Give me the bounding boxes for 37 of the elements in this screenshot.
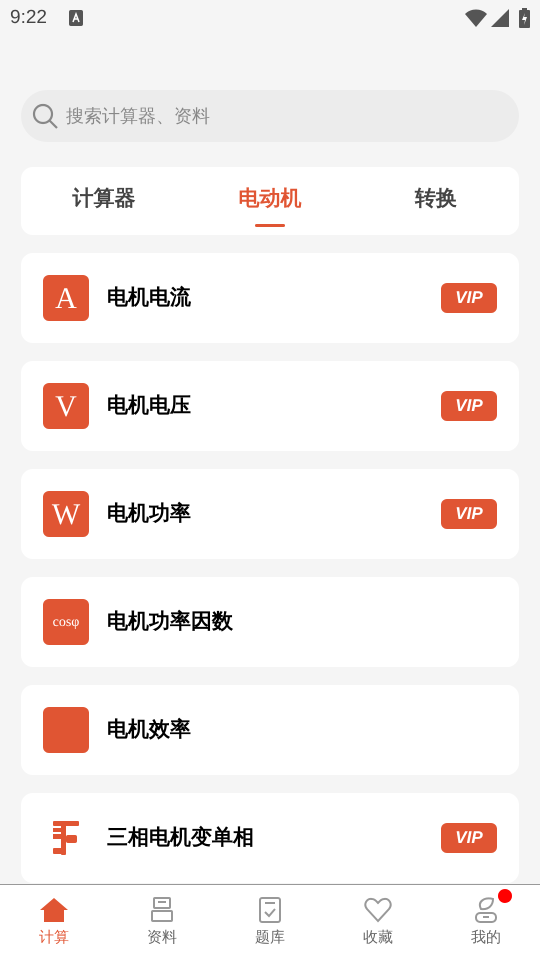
list-item[interactable]: 电机效率 — [21, 685, 519, 775]
list-item[interactable]: W 电机功率 VIP — [21, 469, 519, 559]
tab[interactable]: 计算器 — [21, 167, 187, 235]
item-title: 三相电机变单相 — [107, 824, 255, 852]
list-item[interactable]: cosφ 电机功率因数 — [21, 577, 519, 667]
item-title: 电机效率 — [107, 716, 192, 744]
item-title: 电机功率 — [107, 500, 192, 528]
notification-icon — [68, 10, 83, 26]
list-item[interactable]: 三相电机变单相 VIP — [21, 793, 519, 883]
letter-icon: W — [43, 491, 89, 537]
square-icon — [43, 707, 89, 753]
tab[interactable]: 转换 — [353, 167, 519, 235]
item-title: 电机电压 — [107, 393, 192, 420]
letter-icon: V — [43, 383, 89, 429]
circuit-icon — [51, 820, 81, 856]
signal-icon — [491, 9, 509, 27]
cos-phi-icon: cosφ — [43, 599, 89, 645]
vip-badge: VIP — [441, 283, 497, 313]
vip-badge: VIP — [441, 499, 497, 529]
list-item[interactable]: V 电机电压 VIP — [21, 361, 519, 451]
nav-tab[interactable]: 题库 — [216, 885, 324, 960]
item-title: 电机电流 — [107, 284, 192, 312]
vip-badge: VIP — [441, 391, 497, 421]
nav-tab[interactable]: 收藏 — [324, 885, 432, 960]
nav-tab[interactable]: 计算 — [0, 885, 108, 960]
wifi-icon — [465, 9, 487, 27]
status-time: 9:22 — [10, 6, 47, 30]
tab[interactable]: 电动机 — [187, 167, 353, 235]
item-title: 电机功率因数 — [107, 608, 234, 636]
nav-tab[interactable]: 资料 — [108, 885, 216, 960]
search-field[interactable]: 搜索计算器、资料 — [21, 90, 519, 142]
list-item[interactable]: A 电机电流 VIP — [21, 253, 519, 343]
search-icon — [31, 102, 59, 130]
nav-tab[interactable]: 我的 — [432, 885, 540, 960]
vip-badge: VIP — [441, 823, 497, 853]
battery-icon — [519, 8, 530, 28]
letter-icon: A — [43, 275, 89, 321]
